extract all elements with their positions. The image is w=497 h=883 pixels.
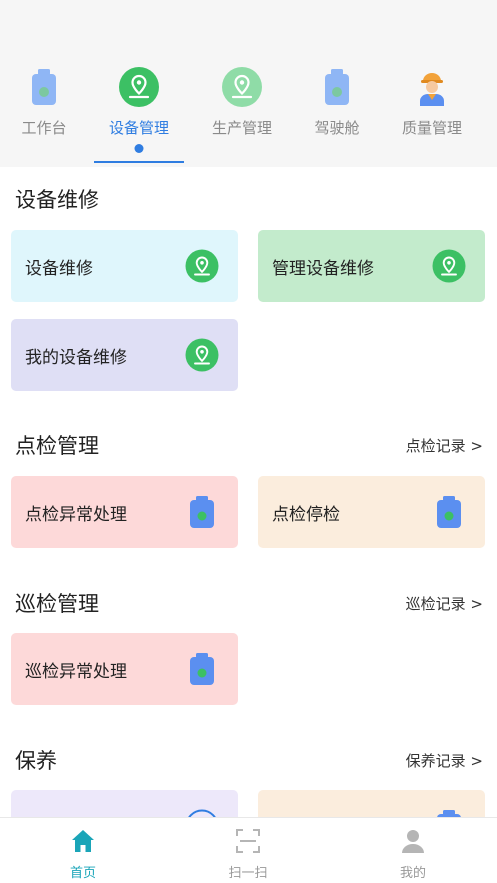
bottom-nav: 首页 扫一扫 我的	[0, 817, 497, 883]
bottle-icon	[437, 810, 461, 817]
nav-label: 我的	[399, 866, 426, 881]
card-manage-equipment-repair[interactable]: 管理设备维修	[258, 230, 485, 302]
active-underline	[94, 161, 184, 163]
bottle-icon	[190, 496, 214, 528]
section-title-patrol: 巡检管理	[15, 592, 99, 616]
location-badge-icon	[185, 338, 219, 372]
top-tab-bar: 工作台 设备管理 生产管理 驾驶舱 质量管理	[0, 0, 497, 167]
card-my-equipment-repair[interactable]: 我的设备维修	[11, 319, 238, 391]
tab-label: 设备管理	[108, 119, 169, 137]
tab-label: 工作台	[21, 119, 67, 137]
card-patrol-exception[interactable]: 巡检异常处理	[11, 633, 238, 705]
inspection-records-link[interactable]: 点检记录 >	[406, 435, 483, 456]
card-label: 巡检异常处理	[25, 662, 127, 682]
tab-label: 生产管理	[211, 119, 272, 137]
home-icon	[72, 830, 94, 852]
tab-workbench[interactable]: 工作台	[0, 60, 94, 164]
bottle-icon	[32, 69, 56, 105]
section-title-inspection: 点检管理	[15, 434, 99, 458]
tab-production[interactable]: 生产管理	[192, 60, 292, 164]
card-label: 点检停检	[272, 505, 340, 525]
card-label: 点检异常处理	[25, 505, 127, 525]
user-icon	[402, 830, 424, 853]
worker-icon	[420, 73, 444, 106]
main-content[interactable]: 设备维修 设备维修 管理设备维修 我的设备维修 点检管理 点检记录 > 点检异常…	[0, 167, 497, 817]
nav-label: 首页	[69, 866, 96, 881]
section-title-maintenance: 保养	[15, 749, 57, 773]
location-badge-icon	[185, 249, 219, 283]
nav-scan[interactable]: 扫一扫	[165, 818, 331, 883]
card-maintenance-1[interactable]	[11, 790, 238, 817]
bottle-icon	[190, 653, 214, 685]
location-badge-icon	[188, 809, 216, 817]
tab-equipment[interactable]: 设备管理	[89, 60, 189, 164]
card-equipment-repair[interactable]: 设备维修	[11, 230, 238, 302]
tab-label: 质量管理	[401, 119, 462, 137]
card-label: 设备维修	[25, 259, 93, 279]
patrol-records-link[interactable]: 巡检记录 >	[406, 593, 483, 614]
tab-cockpit[interactable]: 驾驶舱	[287, 60, 387, 164]
card-inspection-exception[interactable]: 点检异常处理	[11, 476, 238, 548]
tab-quality[interactable]: 质量管理	[382, 60, 482, 164]
bottle-icon	[437, 496, 461, 528]
card-maintenance-2[interactable]	[258, 790, 485, 817]
nav-home[interactable]: 首页	[0, 818, 166, 883]
location-badge-icon	[222, 67, 262, 107]
bottle-icon	[325, 69, 349, 105]
section-title-repair: 设备维修	[15, 188, 99, 212]
card-label: 管理设备维修	[272, 259, 374, 279]
nav-mine[interactable]: 我的	[330, 818, 496, 883]
active-dot	[134, 144, 144, 153]
maintenance-records-link[interactable]: 保养记录 >	[406, 750, 483, 771]
tab-label: 驾驶舱	[314, 119, 360, 137]
card-label: 我的设备维修	[25, 348, 127, 368]
location-badge-icon	[432, 249, 466, 283]
card-inspection-stop[interactable]: 点检停检	[258, 476, 485, 548]
location-badge-icon	[119, 67, 159, 107]
nav-label: 扫一扫	[228, 866, 268, 881]
scan-icon	[236, 829, 260, 853]
